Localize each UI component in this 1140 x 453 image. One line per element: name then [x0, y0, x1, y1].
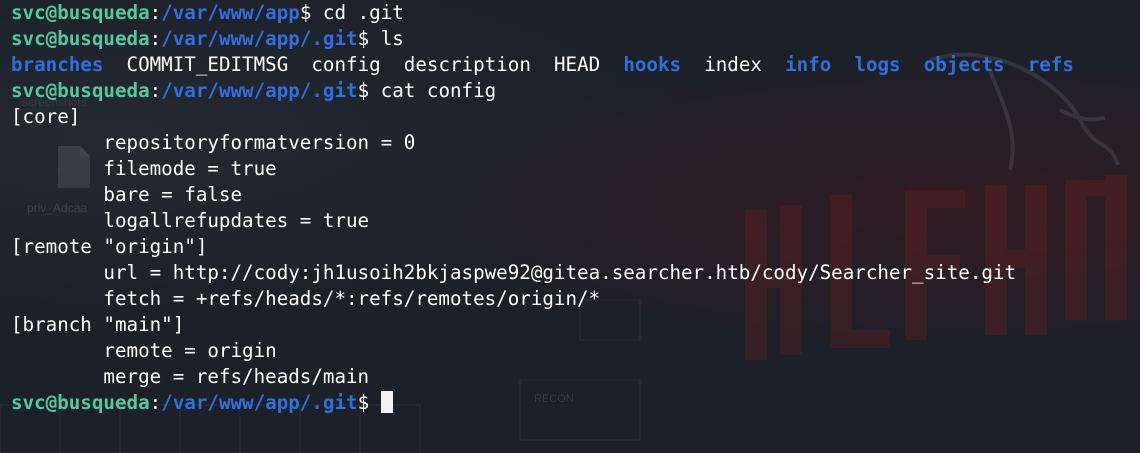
output-text: [core] — [11, 105, 81, 128]
ls-file-entry: HEAD — [553, 53, 601, 76]
terminal-line: fetch = +refs/heads/*:refs/remotes/origi… — [11, 286, 1074, 312]
terminal-line: merge = refs/heads/main — [11, 364, 1074, 390]
ls-directory-entry: refs — [1027, 53, 1074, 76]
terminal-window[interactable]: priv_Adcaa screenshots RECON svc@busqued… — [0, 0, 1140, 453]
output-text: [branch "main"] — [11, 313, 185, 336]
terminal-line: svc@busqueda:/var/www/app/.git$ ls — [11, 26, 1074, 52]
terminal-line: bare = false — [11, 182, 1074, 208]
ls-file-entry: description — [403, 53, 531, 76]
terminal-line: remote = origin — [11, 338, 1074, 364]
prompt-path: /var/www/app/.git — [161, 79, 358, 102]
prompt-colon: : — [149, 1, 162, 24]
terminal-line: branches COMMIT_EDITMSG config descripti… — [11, 52, 1074, 78]
prompt-dollar: $ — [299, 1, 312, 24]
terminal-line: [branch "main"] — [11, 312, 1074, 338]
prompt-path: /var/www/app/.git — [161, 391, 358, 414]
terminal-line: svc@busqueda:/var/www/app/.git$ cat conf… — [11, 78, 1074, 104]
prompt-user-host: svc@busqueda — [11, 391, 150, 414]
prompt-colon: : — [149, 391, 162, 414]
prompt-dollar: $ — [357, 27, 370, 50]
prompt-dollar: $ — [357, 391, 370, 414]
output-text: logallrefupdates = true — [11, 209, 370, 232]
terminal-line: [core] — [11, 104, 1074, 130]
terminal-line: url = http://cody:jh1usoih2bkjaspwe92@gi… — [11, 260, 1074, 286]
prompt-dollar: $ — [357, 79, 370, 102]
output-text: filemode = true — [11, 157, 277, 180]
ls-file-entry: index — [704, 53, 762, 76]
ls-directory-entry: objects — [923, 53, 1005, 76]
terminal-line: svc@busqueda:/var/www/app$ cd .git — [11, 0, 1074, 26]
command-text: ls — [369, 27, 404, 50]
prompt-user-host: svc@busqueda — [11, 27, 150, 50]
ls-directory-entry: branches — [11, 53, 104, 76]
output-text: remote = origin — [11, 339, 277, 362]
terminal-line: repositoryformatversion = 0 — [11, 130, 1074, 156]
prompt-user-host: svc@busqueda — [11, 79, 150, 102]
output-text: [remote "origin"] — [11, 235, 208, 258]
terminal-line: filemode = true — [11, 156, 1074, 182]
prompt-colon: : — [149, 79, 162, 102]
prompt-path: /var/www/app/.git — [161, 27, 358, 50]
ls-directory-entry: logs — [854, 53, 901, 76]
command-text: cd .git — [311, 1, 404, 24]
prompt-path: /var/www/app — [161, 1, 300, 24]
ls-file-entry: config — [311, 53, 381, 76]
command-text — [369, 391, 381, 414]
prompt-user-host: svc@busqueda — [11, 1, 150, 24]
output-text: url = http://cody:jh1usoih2bkjaspwe92@gi… — [11, 261, 1017, 284]
terminal-line: svc@busqueda:/var/www/app/.git$ — [11, 390, 1074, 416]
output-text: bare = false — [11, 183, 243, 206]
output-text: fetch = +refs/heads/*:refs/remotes/origi… — [11, 287, 601, 310]
output-text: merge = refs/heads/main — [11, 365, 370, 388]
terminal-line: logallrefupdates = true — [11, 208, 1074, 234]
output-text: repositoryformatversion = 0 — [11, 131, 416, 154]
terminal-line: [remote "origin"] — [11, 234, 1074, 260]
prompt-colon: : — [149, 27, 162, 50]
command-text: cat config — [369, 79, 497, 102]
ls-directory-entry: info — [785, 53, 832, 76]
ls-file-entry: COMMIT_EDITMSG — [126, 53, 289, 76]
ls-directory-entry: hooks — [623, 53, 682, 76]
terminal-output[interactable]: svc@busqueda:/var/www/app$ cd .git svc@bu… — [11, 0, 1074, 416]
terminal-cursor[interactable] — [380, 391, 393, 413]
